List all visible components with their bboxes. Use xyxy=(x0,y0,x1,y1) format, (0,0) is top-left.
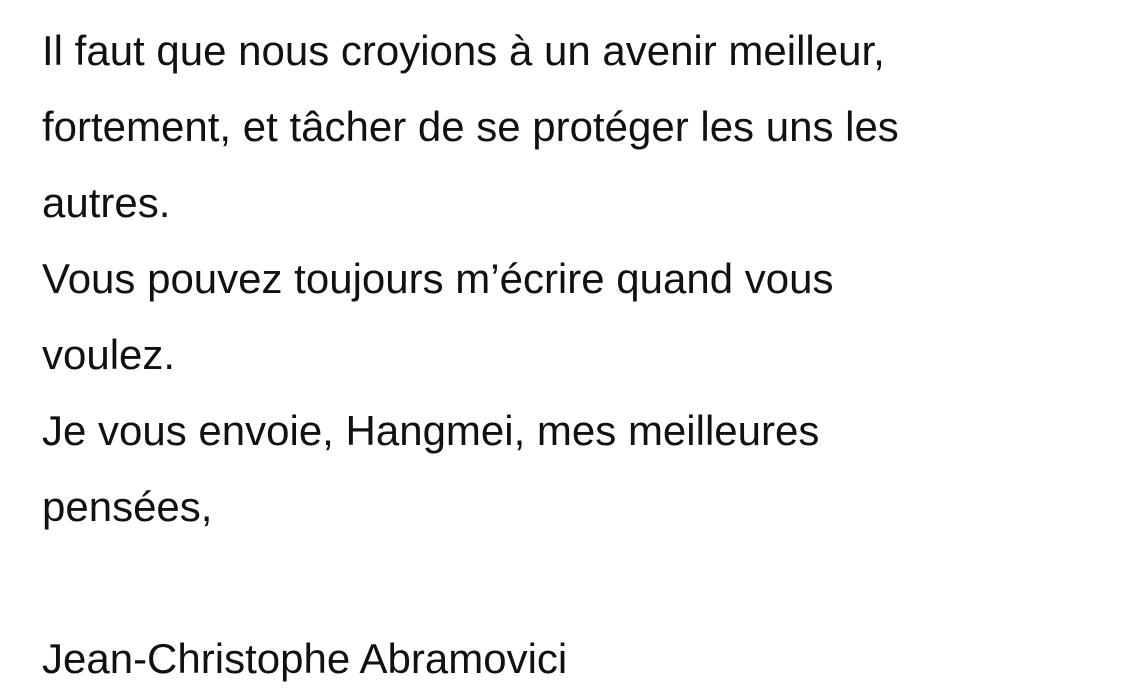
letter-body: Il faut que nous croyions à un avenir me… xyxy=(42,13,1112,697)
letter-line: Je vous envoie, Hangmei, mes meilleures xyxy=(42,407,820,454)
signature: Jean-Christophe Abramovici xyxy=(42,635,568,682)
letter-line: pensées, xyxy=(42,483,213,530)
letter-line: autres. xyxy=(42,179,171,226)
letter-line: fortement, et tâcher de se protéger les … xyxy=(42,103,899,150)
letter-line: Vous pouvez toujours m’écrire quand vous xyxy=(42,255,834,302)
document-page: Il faut que nous croyions à un avenir me… xyxy=(0,0,1125,693)
letter-line: voulez. xyxy=(42,331,176,378)
letter-line: Il faut que nous croyions à un avenir me… xyxy=(42,27,885,74)
